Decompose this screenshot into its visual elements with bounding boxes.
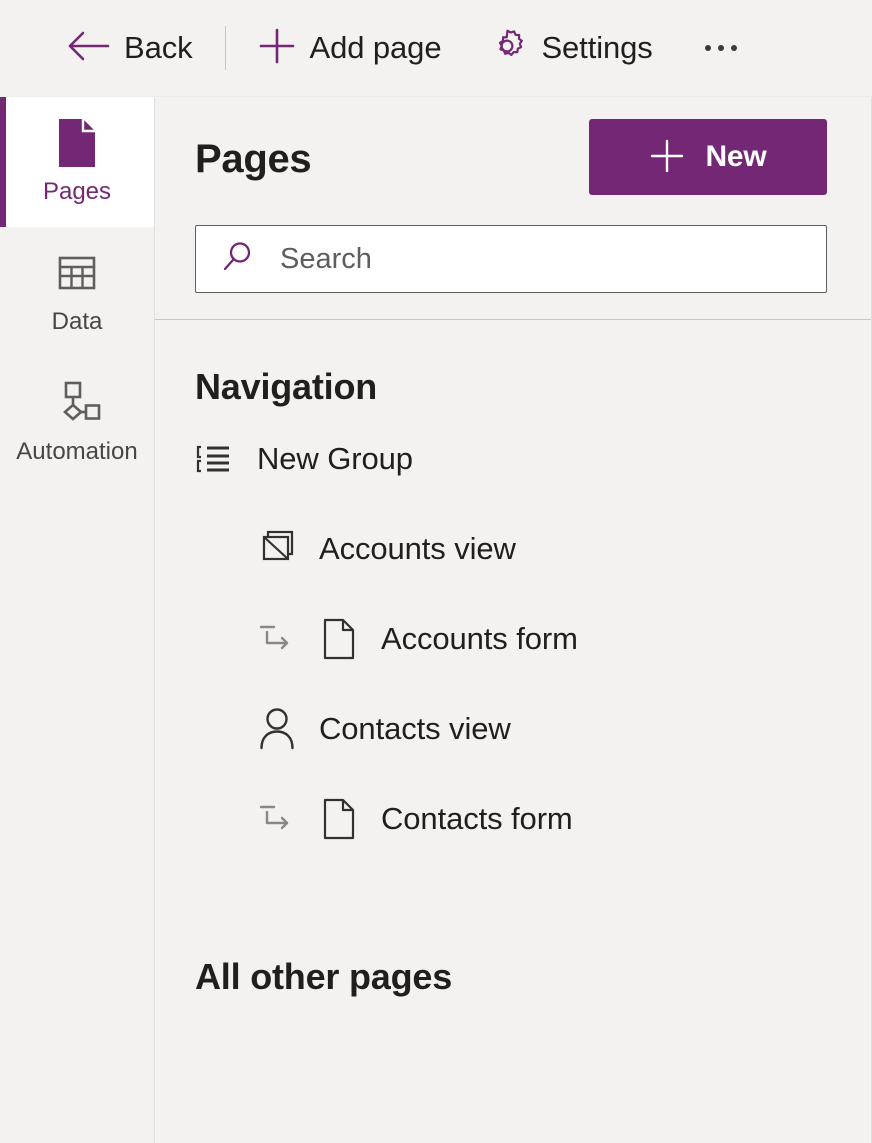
command-bar-divider: [224, 26, 226, 70]
pages-tree: Navigation New Group Accounts view Accou…: [155, 320, 871, 1143]
ellipsis-icon: [717, 45, 724, 51]
back-label: Back: [124, 30, 193, 65]
panel-header: Pages New: [155, 97, 871, 195]
workspace: Pages Data Automation Pages New Search N…: [0, 96, 872, 1143]
gear-icon: [487, 26, 527, 71]
search-icon: [220, 239, 256, 280]
settings-button[interactable]: Settings: [477, 18, 662, 78]
sub-item-arrow-icon: [257, 801, 319, 837]
back-button[interactable]: Back: [56, 18, 203, 78]
pages-panel: Pages New Search Navigation New Group Ac…: [155, 97, 872, 1143]
stacked-pages-icon: [257, 527, 319, 571]
sidebar-item-pages[interactable]: Pages: [0, 97, 154, 227]
add-page-button[interactable]: Add page: [248, 18, 452, 78]
overflow-menu-button[interactable]: [693, 18, 749, 78]
person-icon: [257, 706, 319, 752]
sub-item-arrow-icon: [257, 621, 319, 657]
page-title: Pages: [195, 137, 312, 181]
tree-row-label: Accounts view: [319, 531, 516, 566]
tree-row-label: Accounts form: [381, 621, 578, 656]
search-input[interactable]: [278, 241, 802, 277]
settings-label: Settings: [541, 30, 653, 65]
sidebar-item-automation-label: Automation: [16, 438, 138, 465]
tree-row[interactable]: Accounts view: [195, 504, 827, 594]
page-icon: [55, 119, 99, 167]
page-outline-icon: [319, 616, 381, 662]
add-page-label: Add page: [309, 30, 442, 65]
tree-row[interactable]: New Group: [195, 414, 827, 504]
ellipsis-icon: [730, 45, 737, 51]
tree-row[interactable]: Contacts form: [195, 774, 827, 864]
tree-row[interactable]: Accounts form: [195, 594, 827, 684]
page-outline-icon: [319, 796, 381, 842]
tree-row[interactable]: Contacts view: [195, 684, 827, 774]
flowchart-icon: [53, 380, 101, 426]
all-other-pages-section-title: All other pages: [195, 956, 453, 997]
plus-icon: [649, 138, 685, 177]
left-rail: Pages Data Automation: [0, 97, 155, 1143]
sidebar-item-data[interactable]: Data: [0, 227, 154, 357]
sidebar-item-automation[interactable]: Automation: [0, 357, 154, 487]
new-button[interactable]: New: [589, 119, 827, 195]
sidebar-item-data-label: Data: [51, 308, 103, 335]
search-box[interactable]: [195, 225, 827, 293]
navigation-section-title: Navigation: [195, 366, 378, 407]
tree-row-label: Contacts view: [319, 711, 511, 746]
table-icon: [55, 250, 99, 296]
arrow-left-icon: [66, 29, 110, 68]
ellipsis-icon: [704, 45, 711, 51]
plus-icon: [258, 27, 296, 70]
search-container: [155, 195, 871, 319]
group-list-icon: [195, 441, 257, 477]
tree-row-label: New Group: [257, 441, 413, 476]
tree-row-label: Contacts form: [381, 801, 573, 836]
command-bar: Back Add page Settings: [0, 0, 872, 96]
sidebar-item-pages-label: Pages: [42, 178, 112, 205]
new-button-label: New: [705, 140, 767, 173]
